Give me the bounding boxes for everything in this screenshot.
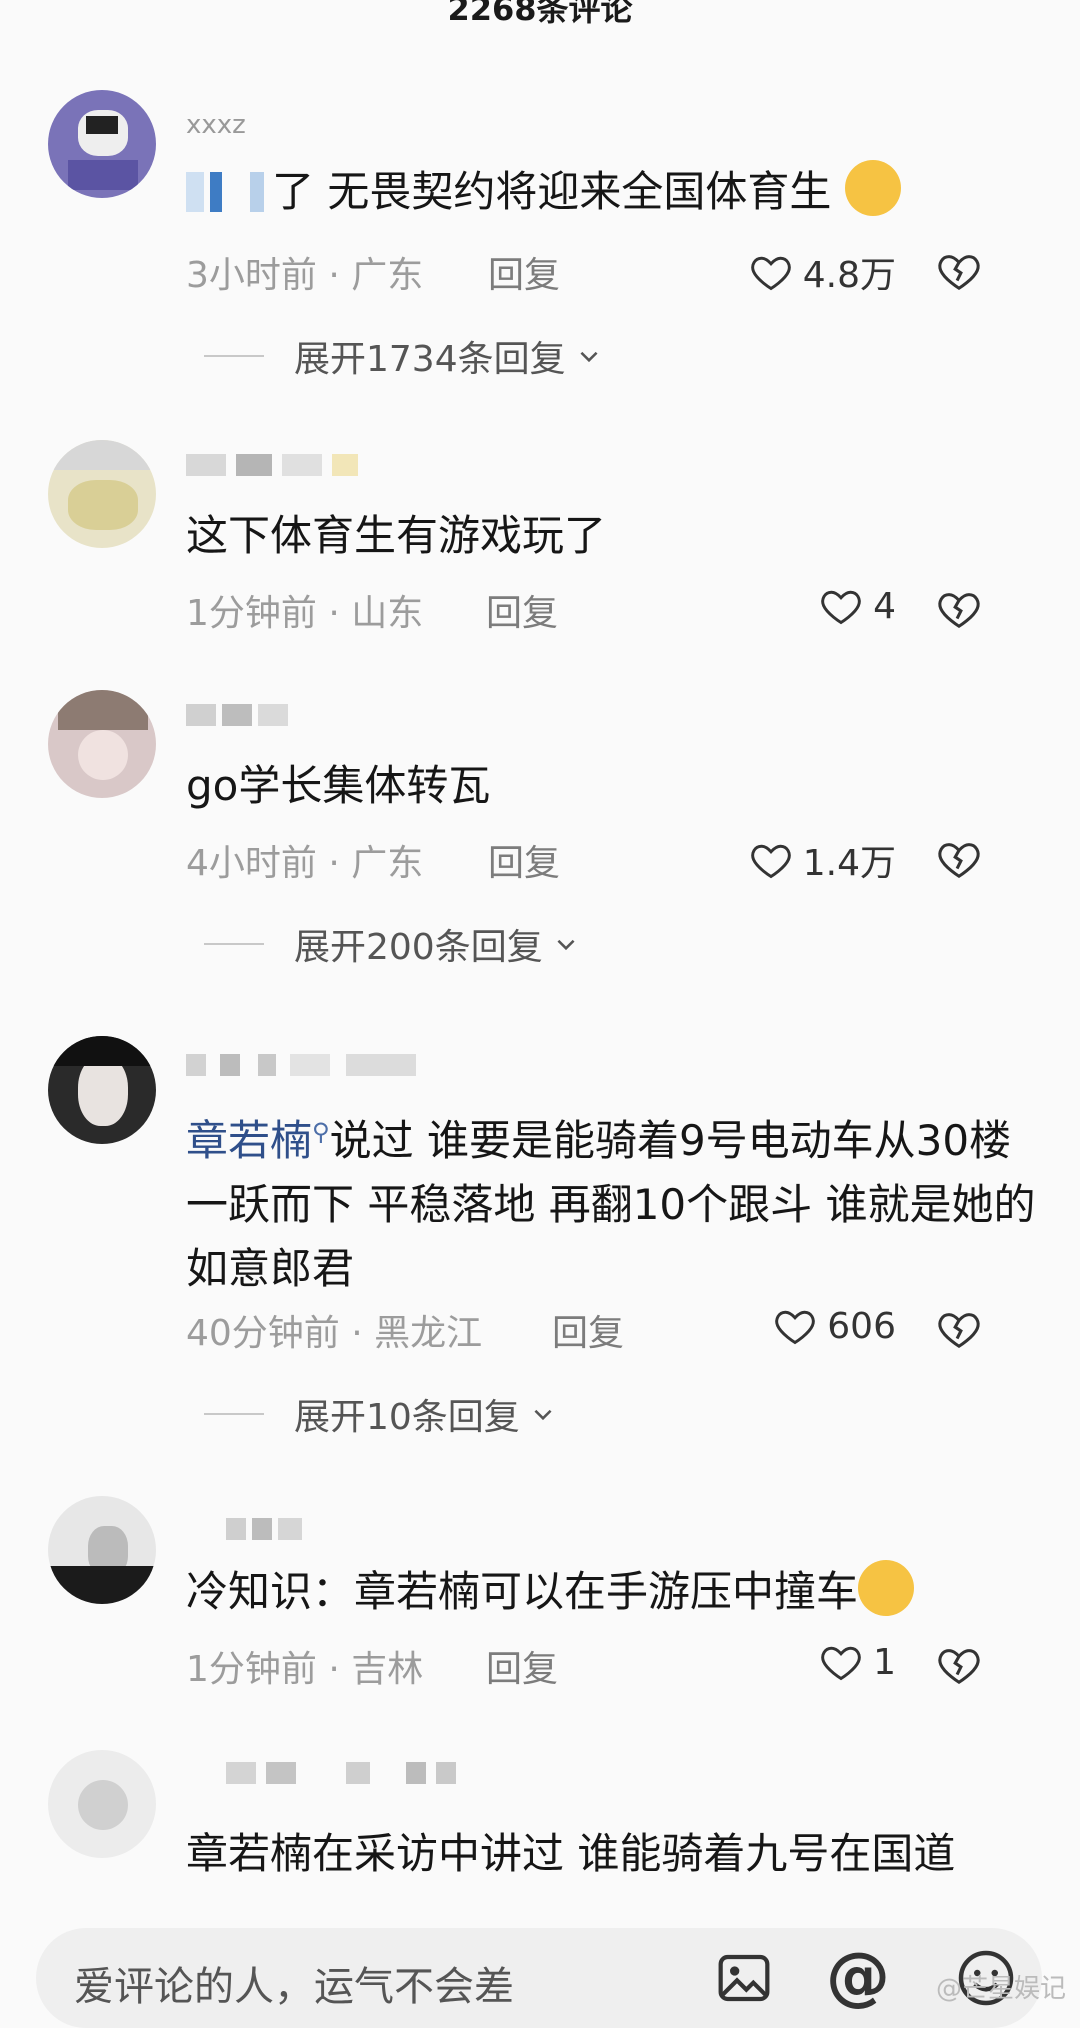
- like-count: 1: [873, 1641, 896, 1683]
- comment-text: 章若楠在采访中讲过 谁能骑着九号在国道: [186, 1829, 956, 1878]
- expand-replies-button[interactable]: 展开10条回复: [204, 1388, 556, 1440]
- mention-link[interactable]: 章若楠: [186, 1116, 312, 1165]
- broken-heart-icon[interactable]: [936, 248, 982, 294]
- like-count: 606: [827, 1305, 896, 1347]
- broken-heart-icon[interactable]: [936, 836, 982, 882]
- comment-meta: 1分钟前 · 吉林 回复 1: [186, 1640, 1046, 1690]
- broken-heart-icon[interactable]: [936, 1642, 982, 1688]
- like-button[interactable]: 1.4万: [749, 834, 896, 886]
- reply-button[interactable]: 回复: [486, 584, 558, 636]
- comment-meta: 1分钟前 · 山东 回复 4: [186, 584, 1046, 634]
- at-icon[interactable]: @: [826, 1940, 890, 2014]
- chevron-down-icon: [534, 1409, 552, 1421]
- image-icon[interactable]: [716, 1950, 772, 2006]
- comment-input-bar: 爱评论的人，运气不会差 @: [0, 1900, 1080, 2028]
- heart-icon: [775, 1310, 816, 1345]
- like-count: 4: [873, 585, 896, 627]
- time-location: 3小时前 · 广东: [186, 255, 424, 296]
- avatar[interactable]: [48, 1496, 156, 1604]
- comment-meta: 4小时前 · 广东 回复 1.4万: [186, 834, 1046, 884]
- like-count: 1.4万: [802, 843, 896, 884]
- comment-input[interactable]: 爱评论的人，运气不会差 @: [36, 1928, 1042, 2028]
- input-placeholder: 爱评论的人，运气不会差: [74, 1964, 514, 2010]
- heart-icon: [821, 1646, 861, 1681]
- comment-text: 冷知识：章若楠可以在手游压中撞车: [186, 1560, 1036, 1624]
- username[interactable]: xxxz: [186, 110, 246, 140]
- divider-line: [204, 1413, 264, 1415]
- comment-text: 这下体育生有游戏玩了: [186, 511, 607, 560]
- reply-button[interactable]: 回复: [488, 246, 560, 298]
- avatar[interactable]: [48, 1750, 156, 1858]
- grinning-face-emoji: [858, 1560, 915, 1616]
- heart-icon: [750, 844, 791, 879]
- divider-line: [204, 943, 264, 945]
- comment-text: 了 无畏契约将迎来全国体育生: [186, 160, 1036, 224]
- reply-button[interactable]: 回复: [486, 1640, 558, 1692]
- broken-heart-icon[interactable]: [936, 586, 982, 632]
- like-button[interactable]: 4.8万: [749, 246, 896, 298]
- comment-meta: 40分钟前 · 黑龙江 回复 606: [186, 1304, 1046, 1354]
- heart-icon: [750, 256, 791, 291]
- comment-count-title: 2268条评论: [447, 0, 633, 28]
- reply-button[interactable]: 回复: [552, 1304, 624, 1356]
- heart-icon: [821, 590, 861, 625]
- avatar[interactable]: [48, 690, 156, 798]
- avatar[interactable]: [48, 440, 156, 548]
- chevron-down-icon: [580, 351, 598, 363]
- like-button[interactable]: 606: [773, 1304, 896, 1348]
- like-button[interactable]: 4: [819, 584, 896, 628]
- avatar[interactable]: [48, 1036, 156, 1144]
- like-button[interactable]: 1: [819, 1640, 896, 1684]
- chevron-down-icon: [557, 939, 575, 951]
- comment-text: 章若楠⚲说过 谁要是能骑着9号电动车从30楼一跃而下 平稳落地 再翻10个跟斗 …: [186, 1116, 1036, 1293]
- expand-replies-button[interactable]: 展开1734条回复: [204, 330, 602, 382]
- time-location: 40分钟前 · 黑龙江: [186, 1313, 483, 1354]
- divider-line: [204, 355, 264, 357]
- crying-face-emoji: [844, 160, 901, 216]
- time-location: 1分钟前 · 山东: [186, 593, 424, 634]
- avatar[interactable]: [48, 90, 156, 198]
- search-icon: ⚲: [312, 1118, 330, 1146]
- watermark: @芒星娱记: [935, 1974, 1066, 2004]
- comment-text: go学长集体转瓦: [186, 761, 491, 810]
- expand-replies-button[interactable]: 展开200条回复: [204, 918, 579, 970]
- comment-meta: 3小时前 · 广东 回复 4.8万: [186, 246, 1046, 296]
- broken-heart-icon[interactable]: [936, 1306, 982, 1352]
- reply-button[interactable]: 回复: [488, 834, 560, 886]
- time-location: 1分钟前 · 吉林: [186, 1649, 424, 1690]
- time-location: 4小时前 · 广东: [186, 843, 424, 884]
- like-count: 4.8万: [802, 255, 896, 296]
